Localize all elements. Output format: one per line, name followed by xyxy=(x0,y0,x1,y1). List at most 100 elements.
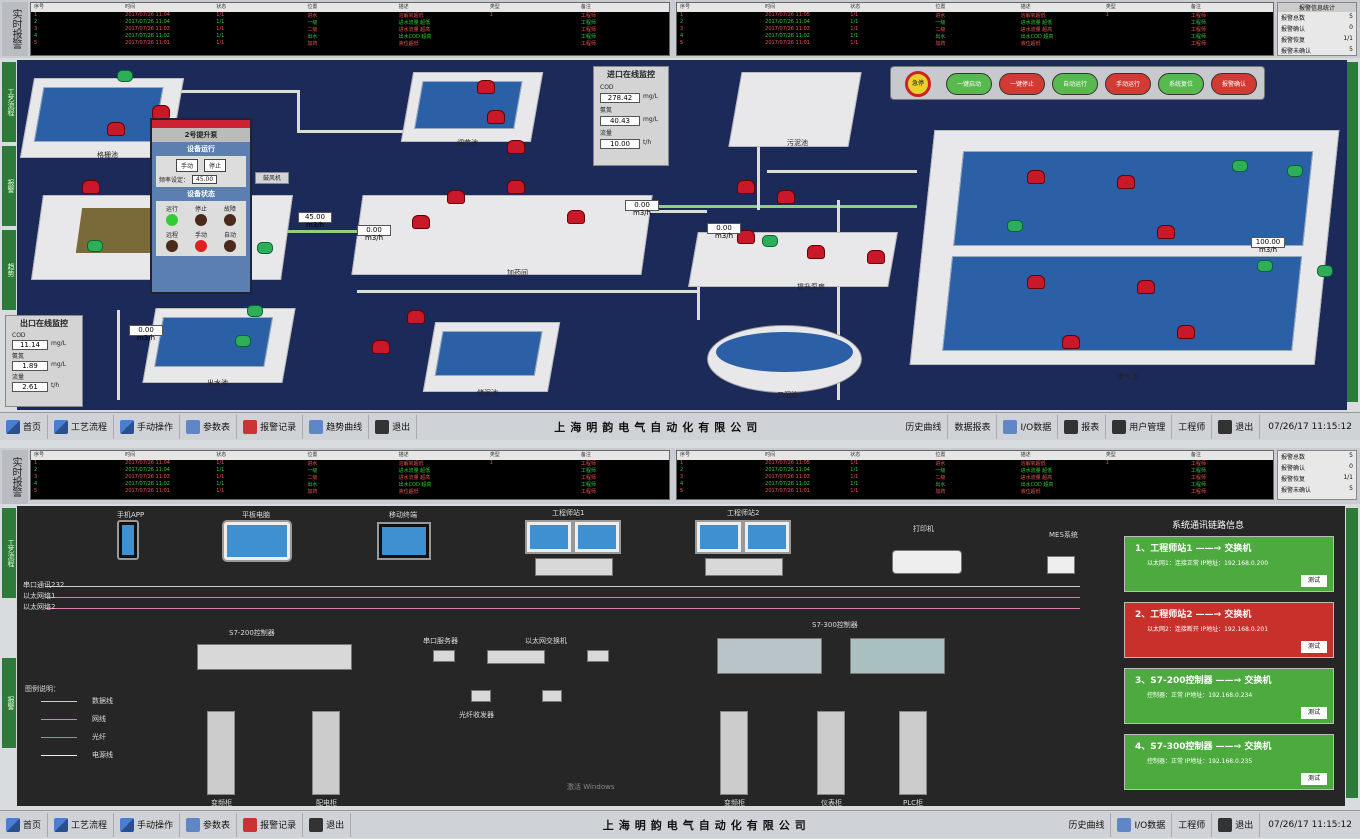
reports-button[interactable]: 报表 xyxy=(1058,414,1107,439)
alarm-table-right-bottom[interactable]: 序号 时间 状态 位置 描述 类型 备注 1 2017/07/26 11:05 1/1 进水 溶解氧超… xyxy=(676,450,1274,500)
pump[interactable] xyxy=(807,245,825,259)
storage-tank[interactable] xyxy=(422,322,561,392)
alarm-table-right[interactable]: 序号 时间 状态 位置 描述 类型 备注 1 2017/07/26 11:05 1/1 进水 溶解氧… xyxy=(676,2,1274,56)
alarm-col-header[interactable]: 备注 xyxy=(578,3,669,12)
pump-running[interactable] xyxy=(257,242,273,254)
alarm-ack-button[interactable]: 报警确认 xyxy=(1211,73,1257,95)
tank-regulating[interactable] xyxy=(400,72,544,142)
alarm-col-header[interactable]: 序号 xyxy=(677,451,762,460)
alarm-col-header[interactable]: 序号 xyxy=(31,451,122,460)
pump[interactable] xyxy=(1027,170,1045,184)
alarm-col-header[interactable]: 序号 xyxy=(31,3,122,12)
alarm-col-header[interactable]: 位置 xyxy=(304,451,395,460)
cabinet-icon[interactable] xyxy=(312,711,340,795)
pump-control-popup[interactable]: 2号提升泵 设备运行 手动 停止 频率设定： 45.00 设备状态 运行 停止 … xyxy=(150,118,252,294)
io-button[interactable]: I/O数据 xyxy=(997,414,1059,439)
process-button[interactable]: 工艺流程 xyxy=(48,414,115,439)
alarm-col-header[interactable]: 类型 xyxy=(1103,3,1188,12)
io-button-b[interactable]: I/O数据 xyxy=(1111,812,1173,837)
alarm-log-button[interactable]: 报警记录 xyxy=(237,414,304,439)
secondary-clarifier[interactable] xyxy=(707,325,862,393)
trend-button[interactable]: 趋势曲线 xyxy=(303,414,370,439)
pump[interactable] xyxy=(82,180,100,194)
fiber-transceiver-icon[interactable] xyxy=(587,650,609,662)
pump-running[interactable] xyxy=(87,240,103,252)
alarm-col-header[interactable]: 位置 xyxy=(304,3,395,12)
alarm-row[interactable]: 3 2017/07/26 11:03 1/1 二级 进水流量 超高 工程师 xyxy=(31,474,669,481)
laptop-icon[interactable] xyxy=(377,522,431,560)
history-button-b[interactable]: 历史曲线 xyxy=(1062,812,1112,837)
eng-station1-monitor2-icon[interactable] xyxy=(573,520,621,554)
left-nav-process[interactable]: 工艺流程 xyxy=(2,62,16,142)
pump[interactable] xyxy=(1137,280,1155,294)
cabinet-icon[interactable] xyxy=(899,711,927,795)
alarm-row[interactable]: 2 2017/07/26 11:04 1/1 一级 进水流量 超低 工程师 xyxy=(677,467,1273,474)
home-button[interactable]: 首页 xyxy=(0,414,49,439)
exit-button-b[interactable]: 退出 xyxy=(303,812,352,837)
cabinet-icon[interactable] xyxy=(207,711,235,795)
pump[interactable] xyxy=(567,210,585,224)
alarm-row[interactable]: 5 2017/07/26 11:01 1/1 加药 液位超低 工程师 xyxy=(31,40,669,47)
exit-button[interactable]: 退出 xyxy=(369,414,418,439)
alarm-table-left-bottom[interactable]: 序号 时间 状态 位置 描述 类型 备注 1 2017/07/26 11:04 1/1 进水 溶解氧超… xyxy=(30,450,670,500)
alarm-row[interactable]: 5 2017/07/26 11:01 1/1 加药 液位超低 工程师 xyxy=(677,40,1273,47)
pump-running[interactable] xyxy=(1007,220,1023,232)
alarm-log-button-b[interactable]: 报警记录 xyxy=(237,812,304,837)
pump-running[interactable] xyxy=(1257,260,1273,272)
alarm-col-header[interactable]: 时间 xyxy=(762,451,847,460)
stop-button[interactable]: 停止 xyxy=(204,159,227,172)
auto-run-button[interactable]: 自动运行 xyxy=(1052,73,1098,95)
alarm-col-header[interactable]: 状态 xyxy=(847,3,932,12)
s7-300-plc-icon[interactable] xyxy=(717,638,822,674)
pump[interactable] xyxy=(487,110,505,124)
logout-button[interactable]: 退出 xyxy=(1212,414,1261,439)
pump[interactable] xyxy=(412,215,430,229)
pump-running[interactable] xyxy=(1317,265,1333,277)
eng-station2-monitor2-icon[interactable] xyxy=(743,520,791,554)
sludge-tank[interactable] xyxy=(728,72,862,147)
alarm-col-header[interactable]: 时间 xyxy=(122,3,213,12)
manual-op-button-b[interactable]: 手动操作 xyxy=(114,812,181,837)
eng-station2-monitor-icon[interactable] xyxy=(695,520,743,554)
pump[interactable] xyxy=(372,340,390,354)
fiber-converter2-icon[interactable] xyxy=(542,690,562,702)
alarm-row[interactable]: 1 2017/07/26 11:04 1/1 进水 溶解氧超低 1 工程师 xyxy=(31,12,669,19)
engineer-button-b[interactable]: 工程师 xyxy=(1172,812,1213,837)
left-nav-process-b[interactable]: 工艺流程 xyxy=(2,508,16,598)
alarm-col-header[interactable]: 序号 xyxy=(677,3,762,12)
reset-button[interactable]: 系统复位 xyxy=(1158,73,1204,95)
alarm-col-header[interactable]: 类型 xyxy=(487,451,578,460)
alarm-col-header[interactable]: 时间 xyxy=(762,3,847,12)
alarm-row[interactable]: 4 2017/07/26 11:02 1/1 出水 出水COD 超高 工程师 xyxy=(677,481,1273,488)
freq-input[interactable]: 45.00 xyxy=(192,175,218,184)
pump[interactable] xyxy=(507,180,525,194)
pump[interactable] xyxy=(1062,335,1080,349)
link-test-button[interactable]: 测试 xyxy=(1301,575,1327,587)
eng-station2-pc-icon[interactable] xyxy=(705,558,783,576)
alarm-col-header[interactable]: 描述 xyxy=(1018,451,1103,460)
alarm-row[interactable]: 2 2017/07/26 11:04 1/1 一级 进水流量 超低 工程师 xyxy=(677,19,1273,26)
serial-server-icon[interactable] xyxy=(433,650,455,662)
alarm-col-header[interactable]: 描述 xyxy=(396,451,487,460)
manual-run-button[interactable]: 手动运行 xyxy=(1105,73,1151,95)
link-test-button[interactable]: 测试 xyxy=(1301,707,1327,719)
user-button[interactable]: 用户管理 xyxy=(1106,414,1173,439)
pump[interactable] xyxy=(447,190,465,204)
alarm-table-left[interactable]: 序号 时间 状态 位置 描述 类型 备注 1 2017/07/26 11:04 1/1 进水 溶解氧… xyxy=(30,2,670,56)
outlet-tank[interactable] xyxy=(142,308,296,383)
alarm-col-header[interactable]: 类型 xyxy=(487,3,578,12)
pump-running[interactable] xyxy=(235,335,251,347)
link-test-button[interactable]: 测试 xyxy=(1301,773,1327,785)
pump[interactable] xyxy=(507,140,525,154)
left-nav-alarm-b[interactable]: 报警 xyxy=(2,658,16,748)
alarm-row[interactable]: 4 2017/07/26 11:02 1/1 出水 出水COD 超高 工程师 xyxy=(677,33,1273,40)
alarm-col-header[interactable]: 状态 xyxy=(213,3,304,12)
eng-station1-pc-icon[interactable] xyxy=(535,558,613,576)
mes-system-icon[interactable] xyxy=(1047,556,1075,574)
s7-200-plc-icon[interactable] xyxy=(197,644,352,670)
pump[interactable] xyxy=(477,80,495,94)
left-nav-alarm[interactable]: 报警 xyxy=(2,146,16,226)
params-button[interactable]: 参数表 xyxy=(180,414,238,439)
pump[interactable] xyxy=(152,105,170,119)
alarm-col-header[interactable]: 备注 xyxy=(1188,3,1273,12)
